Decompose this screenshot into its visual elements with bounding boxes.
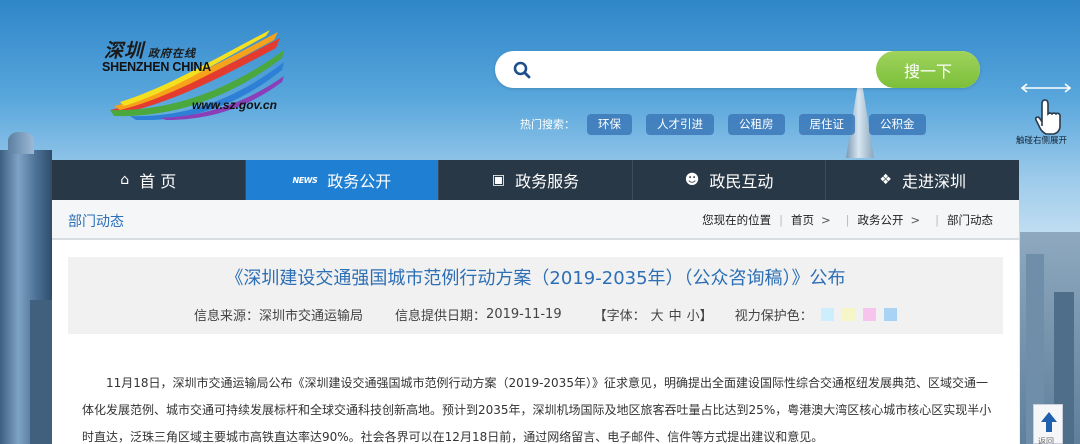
- search-bar: 搜一下: [495, 51, 980, 88]
- search-input[interactable]: [543, 55, 873, 84]
- nav-item-label: 政务服务: [515, 172, 580, 191]
- article-body: 11月18日，深圳市交通运输局公布《深圳建设交通强国城市范例行动方案（2019-…: [82, 370, 992, 444]
- article-header: 《深圳建设交通强国城市范例行动方案（2019-2035年）（公众咨询稿）》公布 …: [68, 257, 1003, 334]
- hot-tag-talent[interactable]: 人才引进: [646, 113, 714, 135]
- eye-color-swatch[interactable]: [883, 308, 897, 321]
- nav-item-label: 走进深圳: [901, 172, 966, 191]
- logo-cn-sub: 政府在线: [148, 47, 197, 60]
- skyline-building-left: [30, 300, 52, 444]
- hot-search: 热门搜索： 环保 人才引进 公租房 居住证 公积金: [520, 113, 940, 135]
- article-meta: 信息来源： 深圳市交通运输局 信息提供日期： 2019-11-19 【字体： 大…: [194, 305, 897, 324]
- nav-item-home[interactable]: ⌂ 首 页: [52, 160, 246, 200]
- font-size-small[interactable]: 小: [687, 305, 700, 324]
- section-title[interactable]: 部门动态: [68, 211, 124, 231]
- nav-item-label: 政务公开: [327, 172, 392, 191]
- eye-color-swatch[interactable]: [820, 308, 834, 321]
- source-label: 信息来源：: [194, 309, 260, 324]
- nav-item-gov-affairs[interactable]: NEWS 政务公开: [245, 160, 440, 200]
- people-icon: ☻: [684, 172, 700, 188]
- breadcrumb: 您现在的位置 | 首页 > | 政务公开 > | 部门动态: [702, 212, 993, 228]
- hot-tag-env[interactable]: 环保: [587, 113, 632, 135]
- date-label: 信息提供日期：: [395, 309, 487, 324]
- arrow-up-icon: [1041, 412, 1057, 432]
- font-size-label: 【字体：: [593, 309, 646, 324]
- hot-search-label: 热门搜索：: [520, 118, 575, 131]
- gesture-hint-label: 触碰右侧展开: [1016, 136, 1068, 146]
- breadcrumb-separator: >: [910, 213, 921, 227]
- breadcrumb-prefix: 您现在的位置: [702, 213, 772, 227]
- eye-color-swatch[interactable]: [862, 308, 876, 321]
- article-title: 《深圳建设交通强国城市范例行动方案（2019-2035年）（公众咨询稿）》公布: [225, 268, 846, 289]
- font-size-medium[interactable]: 中: [669, 305, 682, 324]
- breadcrumb-divider: |: [935, 213, 939, 227]
- hot-tag-fund[interactable]: 公积金: [869, 113, 926, 135]
- article-paragraph: 11月18日，深圳市交通运输局公布《深圳建设交通强国城市范例行动方案（2019-…: [82, 376, 992, 444]
- logo-english-text: SHENZHEN CHINA: [102, 60, 212, 74]
- breadcrumb-separator: >: [820, 213, 831, 227]
- monitor-icon: ▣: [491, 172, 506, 188]
- eye-protection-label: 视力保护色：: [734, 309, 813, 324]
- content-panel: 部门动态 您现在的位置 | 首页 > | 政务公开 > | 部门动态 《深圳建设…: [52, 200, 1019, 444]
- compass-icon: ❖: [879, 172, 892, 188]
- back-to-top-label: 返回: [1038, 437, 1054, 444]
- nav-item-label: 首 页: [139, 172, 177, 191]
- nav-item-label: 政民互动: [709, 172, 774, 191]
- logo-cn-main: 深圳: [104, 40, 145, 62]
- search-icon: [513, 61, 531, 79]
- section-header: 部门动态 您现在的位置 | 首页 > | 政务公开 > | 部门动态: [52, 200, 1019, 240]
- breadcrumb-department-news[interactable]: 部门动态: [947, 212, 993, 228]
- breadcrumb-gov-affairs[interactable]: 政务公开: [857, 212, 903, 228]
- nav-item-gov-services[interactable]: ▣ 政务服务: [439, 160, 633, 200]
- font-size-large[interactable]: 大: [651, 305, 664, 324]
- logo-chinese-text: 深圳 政府在线: [104, 36, 196, 63]
- date-value: 2019-11-19: [486, 307, 562, 322]
- nav-item-interaction[interactable]: ☻ 政民互动: [633, 160, 827, 200]
- nav-item-about-shenzhen[interactable]: ❖ 走进深圳: [826, 160, 1019, 200]
- hot-tag-residence[interactable]: 居住证: [798, 113, 855, 135]
- main-nav: ⌂ 首 页 NEWS 政务公开 ▣ 政务服务 ☻ 政民互动 ❖ 走进深圳: [52, 160, 1019, 200]
- source-value: 深圳市交通运输局: [259, 309, 364, 324]
- logo-url: www.sz.gov.cn: [192, 98, 277, 112]
- back-to-top-button[interactable]: 返回: [1033, 404, 1063, 444]
- site-logo[interactable]: 深圳 政府在线 SHENZHEN CHINA www.sz.gov.cn: [100, 30, 285, 120]
- breadcrumb-divider: |: [845, 213, 850, 227]
- home-icon: ⌂: [120, 172, 130, 188]
- hot-tag-housing[interactable]: 公租房: [728, 113, 785, 135]
- font-size-close: 】: [699, 309, 713, 324]
- news-icon: NEWS: [292, 175, 318, 185]
- breadcrumb-home[interactable]: 首页: [791, 212, 814, 228]
- eye-color-swatch[interactable]: [841, 308, 855, 321]
- breadcrumb-divider: |: [779, 213, 783, 227]
- search-button[interactable]: 搜一下: [876, 51, 980, 88]
